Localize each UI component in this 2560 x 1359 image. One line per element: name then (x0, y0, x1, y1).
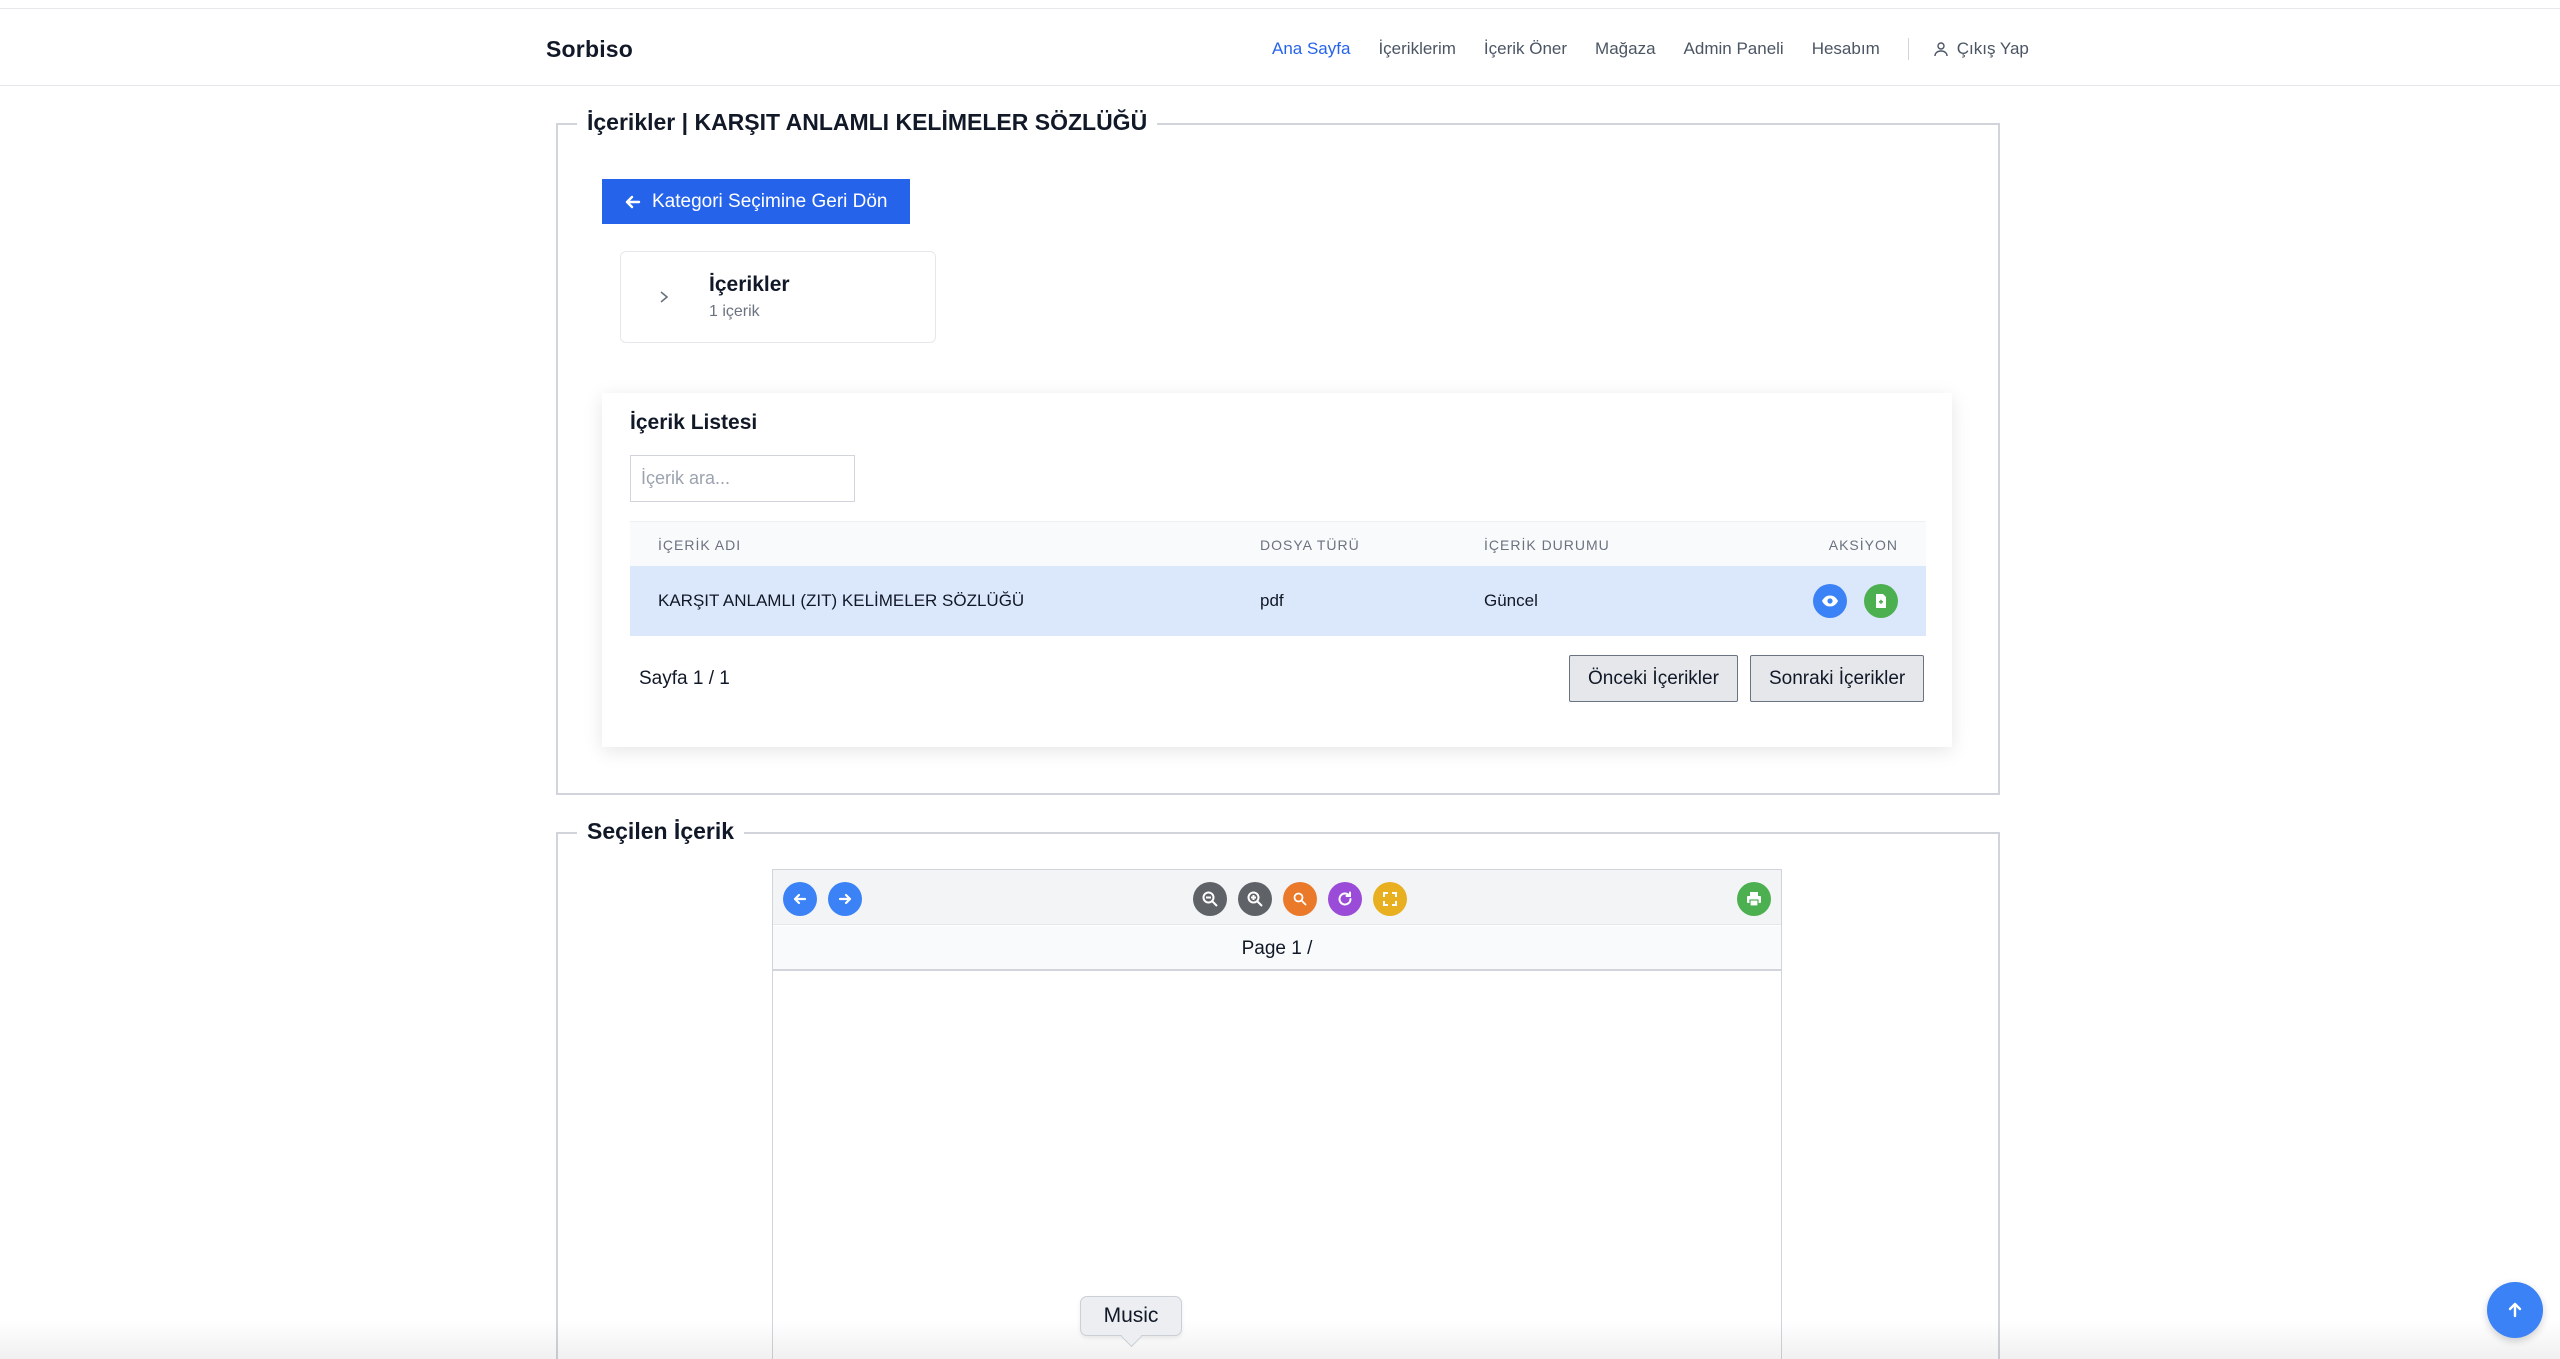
view-button[interactable] (1813, 584, 1847, 618)
bottom-fade (0, 1320, 2560, 1359)
selected-content-legend: Seçilen İçerik (577, 818, 745, 845)
file-type-cell: pdf (1260, 591, 1284, 610)
nav-admin-panel[interactable]: Admin Paneli (1684, 39, 1784, 59)
logout-link[interactable]: Çıkış Yap (1933, 39, 2029, 59)
category-title: İçerikler (709, 273, 790, 296)
nav-divider (1907, 38, 1909, 60)
zoom-in-icon (1247, 891, 1263, 907)
content-list-title: İçerik Listesi (630, 411, 758, 434)
next-contents-button[interactable]: Sonraki İçerikler (1750, 655, 1925, 702)
col-header-file-type: DOSYA TÜRÜ (1260, 537, 1360, 553)
col-header-action: AKSİYON (1828, 537, 1898, 553)
print-button[interactable] (1737, 882, 1771, 916)
col-header-name: İÇERİK ADI (658, 537, 742, 553)
status-cell: Güncel (1484, 591, 1538, 610)
nav-my-contents[interactable]: İçeriklerim (1378, 39, 1455, 59)
category-card[interactable]: İçerikler 1 içerik (620, 251, 936, 343)
rotate-icon (1338, 891, 1352, 906)
next-page-button[interactable] (828, 882, 862, 916)
scroll-to-top-button[interactable] (2487, 1282, 2543, 1338)
fullscreen-button[interactable] (1373, 882, 1407, 916)
back-button-label: Kategori Seçimine Geri Dön (652, 190, 888, 212)
arrow-right-icon (838, 893, 852, 905)
music-tooltip: Music (1080, 1296, 1182, 1336)
col-header-status: İÇERİK DURUMU (1484, 537, 1610, 553)
content-list-panel: İçerik Listesi İÇERİK ADI DOSYA TÜRÜ İÇE… (602, 393, 1952, 747)
previous-page-button[interactable] (783, 882, 817, 916)
back-to-category-button[interactable]: Kategori Seçimine Geri Dön (602, 179, 910, 224)
category-count: 1 içerik (709, 303, 760, 320)
reset-zoom-icon (1293, 892, 1307, 906)
nav-suggest-content[interactable]: İçerik Öner (1484, 39, 1567, 59)
fullscreen-icon (1383, 892, 1397, 906)
logout-label: Çıkış Yap (1956, 39, 2029, 58)
nav-home[interactable]: Ana Sayfa (1272, 39, 1350, 59)
pdf-viewer: Page 1 / (772, 869, 1782, 1359)
table-row[interactable]: KARŞIT ANLAMLI (ZIT) KELİMELER SÖZLÜĞÜ p… (630, 566, 1926, 636)
chevron-right-icon (660, 291, 669, 303)
content-name-cell: KARŞIT ANLAMLI (ZIT) KELİMELER SÖZLÜĞÜ (658, 591, 1025, 610)
zoom-in-button[interactable] (1238, 882, 1272, 916)
nav-store[interactable]: Mağaza (1595, 39, 1655, 59)
main-nav: Ana Sayfa İçeriklerim İçerik Öner Mağaza… (1272, 38, 2029, 60)
page: Sorbiso Ana Sayfa İçeriklerim İçerik Öne… (0, 0, 2560, 1359)
viewer-toolbar (773, 870, 1781, 925)
previous-contents-button[interactable]: Önceki İçerikler (1569, 655, 1738, 702)
viewer-page-indicator: Page 1 / (773, 926, 1781, 971)
download-button[interactable] (1864, 584, 1898, 618)
arrow-left-icon (625, 195, 641, 208)
content-search-input[interactable] (630, 455, 855, 502)
print-icon (1747, 892, 1761, 907)
reset-zoom-button[interactable] (1283, 882, 1317, 916)
file-icon (1876, 594, 1886, 608)
arrow-left-icon (793, 893, 807, 905)
arrow-up-icon (2508, 1302, 2522, 1318)
site-header: Sorbiso Ana Sayfa İçeriklerim İçerik Öne… (0, 9, 2560, 86)
contents-legend: İçerikler | KARŞIT ANLAMLI KELİMELER SÖZ… (577, 109, 1158, 136)
brand-logo[interactable]: Sorbiso (546, 36, 633, 63)
eye-icon (1822, 595, 1838, 607)
rotate-button[interactable] (1328, 882, 1362, 916)
nav-account[interactable]: Hesabım (1812, 39, 1880, 59)
table-header: İÇERİK ADI DOSYA TÜRÜ İÇERİK DURUMU AKSİ… (630, 521, 1926, 566)
zoom-out-icon (1202, 891, 1218, 907)
page-info: Sayfa 1 / 1 (639, 668, 730, 689)
content-table: İÇERİK ADI DOSYA TÜRÜ İÇERİK DURUMU AKSİ… (630, 521, 1926, 636)
zoom-out-button[interactable] (1193, 882, 1227, 916)
user-icon (1934, 42, 1948, 57)
